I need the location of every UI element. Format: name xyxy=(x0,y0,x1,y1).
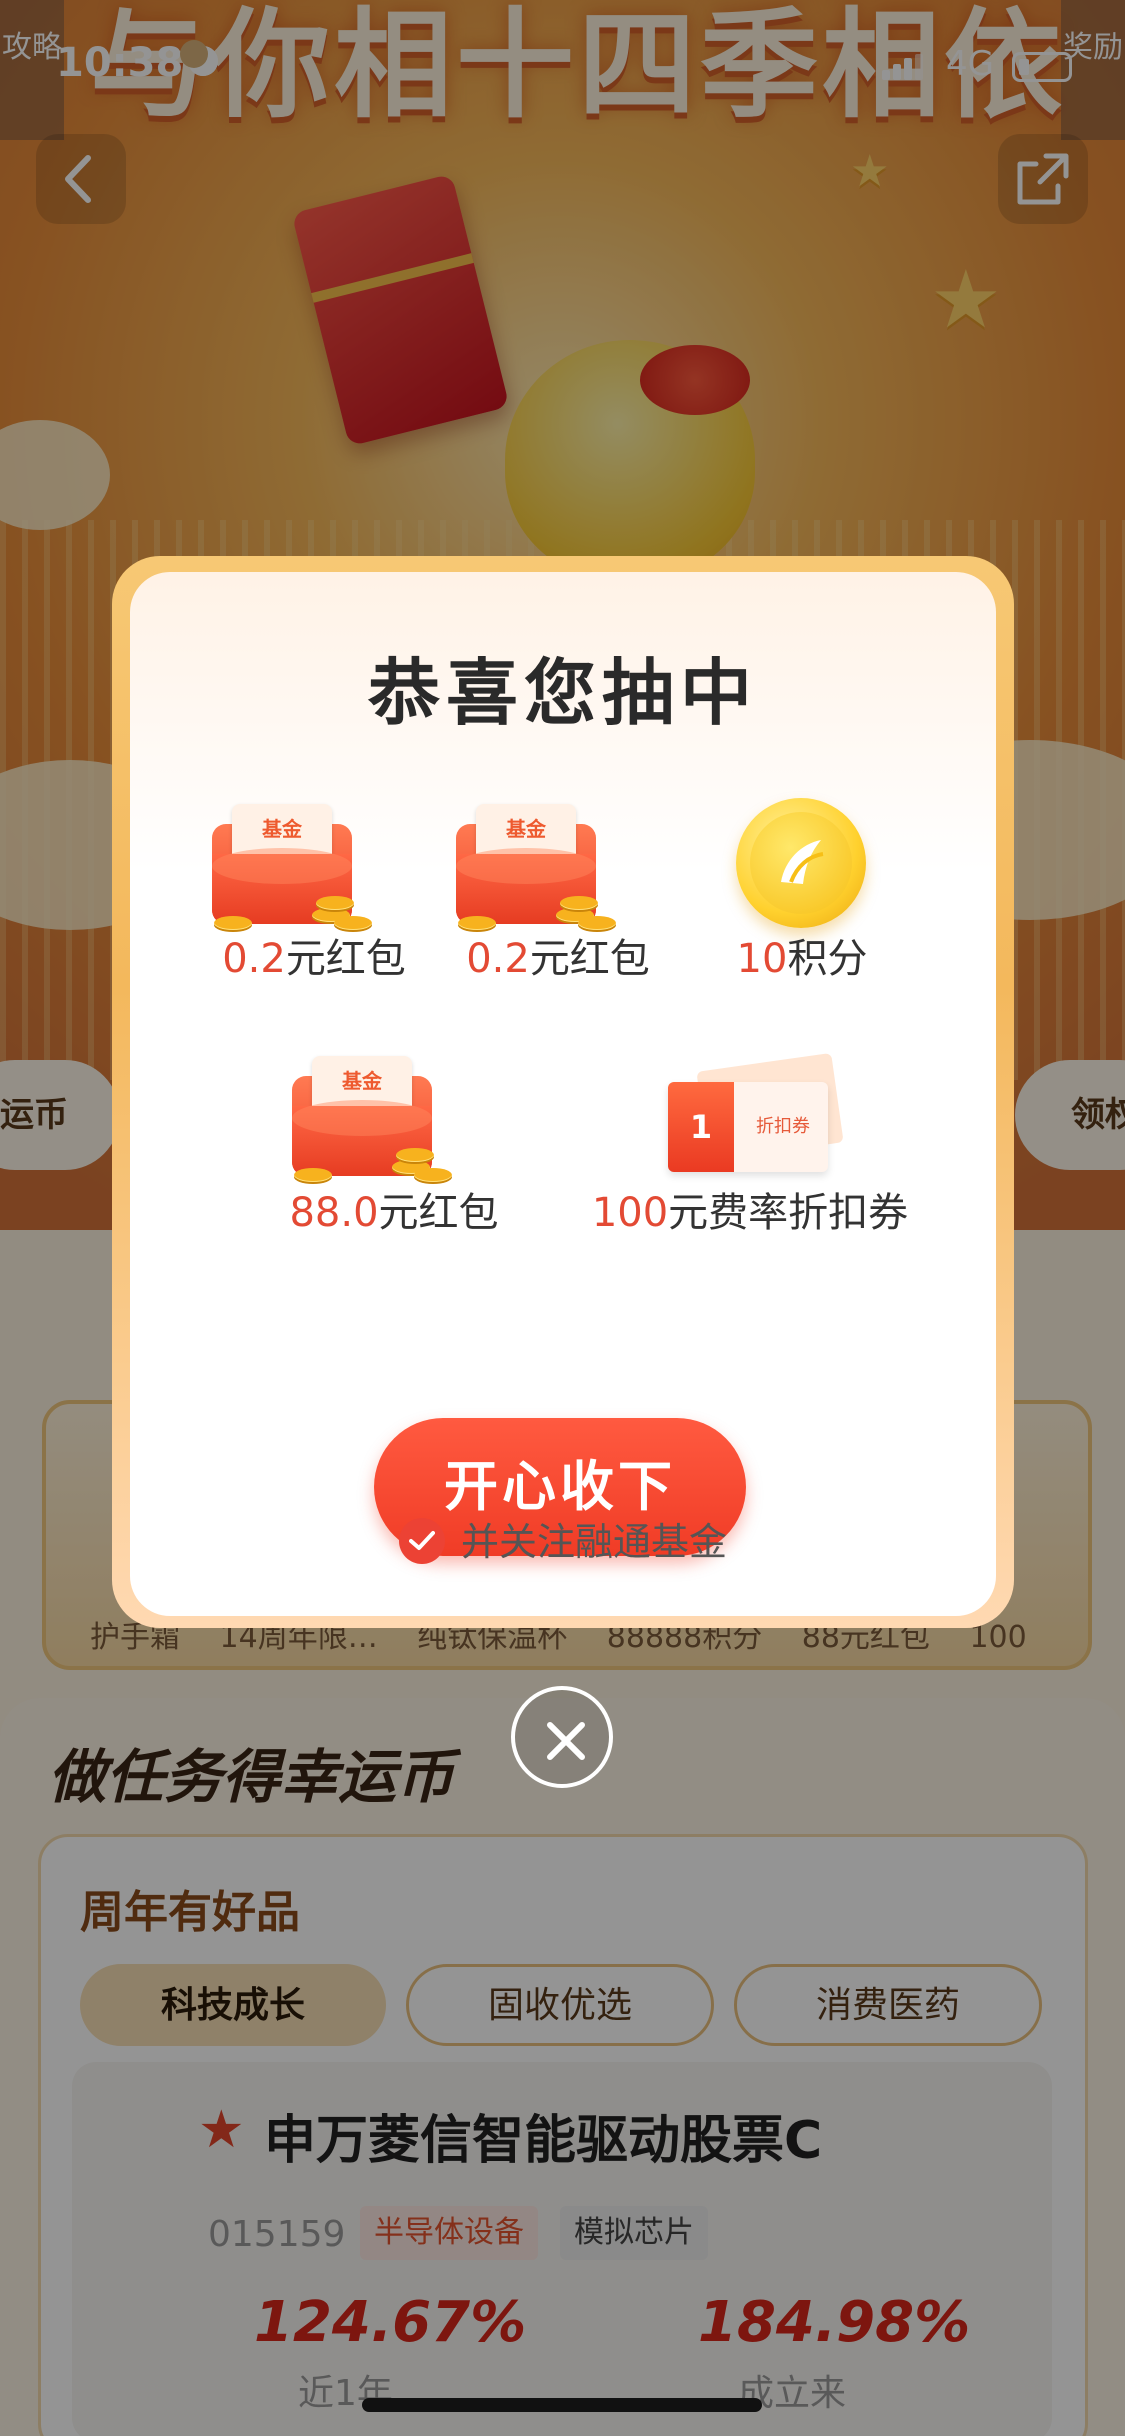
prize-unit: 元红包 xyxy=(285,936,406,982)
gold-coin-icon xyxy=(736,798,866,928)
prize-amount: 88.0 xyxy=(289,1190,379,1236)
prize-modal: 恭喜您抽中 基金 0.2元红包 基金 0.2元红包 10积分 基金 88.0元红… xyxy=(130,572,996,1616)
prize-item: 基金 88.0元红包 xyxy=(244,1056,544,1236)
close-icon xyxy=(547,1722,585,1760)
close-modal-button[interactable] xyxy=(511,1686,613,1788)
prize-label: 0.2元红包 xyxy=(184,926,444,984)
modal-title: 恭喜您抽中 xyxy=(367,651,758,735)
prize-label: 100元费率折扣券 xyxy=(570,1180,930,1238)
prize-unit: 积分 xyxy=(787,936,868,982)
follow-label: 并关注融通基金 xyxy=(460,1520,727,1564)
fund-red-packet-icon: 基金 xyxy=(456,804,616,930)
prize-amount: 100 xyxy=(591,1190,669,1236)
prize-unit: 元红包 xyxy=(378,1190,499,1236)
home-indicator xyxy=(362,2398,762,2412)
fund-red-packet-icon: 基金 xyxy=(212,804,372,930)
discount-voucher-icon: 1 折扣券 xyxy=(668,1052,844,1172)
checkbox-checked-icon[interactable] xyxy=(398,1517,445,1564)
prize-item: 10积分 xyxy=(672,798,932,982)
prize-label: 10积分 xyxy=(672,926,932,984)
prize-item: 1 折扣券 100元费率折扣券 xyxy=(570,1052,930,1236)
voucher-value: 1 xyxy=(668,1082,734,1172)
prize-amount: 10 xyxy=(736,936,788,982)
prize-amount: 0.2 xyxy=(466,936,530,982)
prize-item: 基金 0.2元红包 xyxy=(428,804,688,982)
fund-red-packet-icon: 基金 xyxy=(292,1056,452,1182)
prize-unit: 元红包 xyxy=(529,936,650,982)
voucher-label: 折扣券 xyxy=(756,1116,810,1137)
prize-label: 88.0元红包 xyxy=(244,1180,544,1238)
follow-fund-option[interactable]: 并关注融通基金 xyxy=(130,1512,996,1572)
prize-label: 0.2元红包 xyxy=(428,926,688,984)
prize-item: 基金 0.2元红包 xyxy=(184,804,444,982)
prize-amount: 0.2 xyxy=(222,936,286,982)
prize-unit: 元费率折扣券 xyxy=(668,1190,909,1236)
